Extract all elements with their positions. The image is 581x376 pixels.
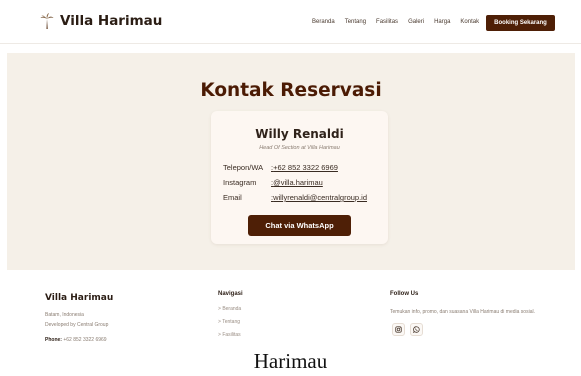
footer-location: Batam, Indonesia bbox=[45, 312, 84, 318]
nav-link-harga[interactable]: Harga bbox=[434, 19, 450, 25]
nav-link-tentang[interactable]: Tentang bbox=[345, 19, 366, 25]
contact-section: Kontak Reservasi Willy Renaldi Head Of S… bbox=[7, 53, 575, 270]
main-nav: Beranda Tentang Fasilitas Galeri Harga K… bbox=[312, 19, 489, 25]
instagram-value[interactable]: @villa.harimau bbox=[273, 178, 323, 187]
phone-value[interactable]: +62 852 3322 6969 bbox=[273, 163, 338, 172]
footer-brand: Villa Harimau bbox=[45, 293, 114, 303]
phone-link[interactable]: :+62 852 3322 6969 bbox=[271, 163, 338, 172]
footer-nav-fasilitas[interactable]: > Fasilitas bbox=[218, 332, 241, 338]
footer-nav-label[interactable]: Beranda bbox=[222, 306, 241, 312]
footer-nav-heading: Navigasi bbox=[218, 291, 243, 297]
email-link[interactable]: :willyrenaldi@centralgroup.id bbox=[271, 193, 367, 202]
footer-phone: Phone: +62 852 3322 6969 bbox=[45, 337, 107, 343]
contact-name: Willy Renaldi bbox=[255, 127, 344, 141]
nav-link-beranda[interactable]: Beranda bbox=[312, 19, 335, 25]
section-title: Kontak Reservasi bbox=[200, 80, 382, 101]
brand-name: Villa Harimau bbox=[60, 13, 163, 29]
nav-link-fasilitas[interactable]: Fasilitas bbox=[376, 19, 398, 25]
contact-card: Willy Renaldi Head Of Section at Villa H… bbox=[211, 111, 388, 244]
footer-nav-label[interactable]: Fasilitas bbox=[222, 332, 240, 338]
footer-nav-beranda[interactable]: > Beranda bbox=[218, 306, 241, 312]
instagram-icon bbox=[395, 326, 402, 333]
palm-tree-icon bbox=[40, 13, 54, 29]
contact-label-instagram: Instagram bbox=[223, 178, 257, 187]
email-value[interactable]: willyrenaldi@centralgroup.id bbox=[273, 193, 367, 202]
site-header: Villa Harimau Beranda Tentang Fasilitas … bbox=[0, 0, 581, 44]
contact-label-phone: Telepon/WA bbox=[223, 163, 264, 172]
brand-logo[interactable]: Villa Harimau bbox=[40, 13, 162, 29]
instagram-button[interactable] bbox=[392, 323, 405, 336]
footer-follow-text: Temukan info, promo, dan suasana Villa H… bbox=[390, 309, 535, 315]
whatsapp-icon bbox=[413, 326, 420, 333]
footer-nav-tentang[interactable]: > Tentang bbox=[218, 319, 240, 325]
footer-follow-heading: Follow Us bbox=[390, 291, 419, 297]
footer-developer: Developed by Central Group bbox=[45, 322, 109, 328]
nav-link-kontak[interactable]: Kontak bbox=[460, 19, 479, 25]
contact-role: Head Of Section at Villa Harimau bbox=[259, 145, 340, 151]
footer-nav-label[interactable]: Tentang bbox=[222, 319, 240, 325]
chat-whatsapp-button[interactable]: Chat via WhatsApp bbox=[248, 215, 351, 236]
whatsapp-button[interactable] bbox=[410, 323, 423, 336]
site-footer: Villa Harimau Batam, Indonesia Developed… bbox=[0, 276, 581, 346]
contact-label-email: Email bbox=[223, 193, 242, 202]
footer-phone-label: Phone: bbox=[45, 337, 62, 343]
footer-phone-value: +62 852 3322 6969 bbox=[63, 337, 107, 343]
image-caption: Harimau bbox=[253, 349, 328, 373]
nav-link-galeri[interactable]: Galeri bbox=[408, 19, 424, 25]
instagram-link[interactable]: :@villa.harimau bbox=[271, 178, 323, 187]
booking-button[interactable]: Booking Sekarang bbox=[486, 15, 555, 31]
